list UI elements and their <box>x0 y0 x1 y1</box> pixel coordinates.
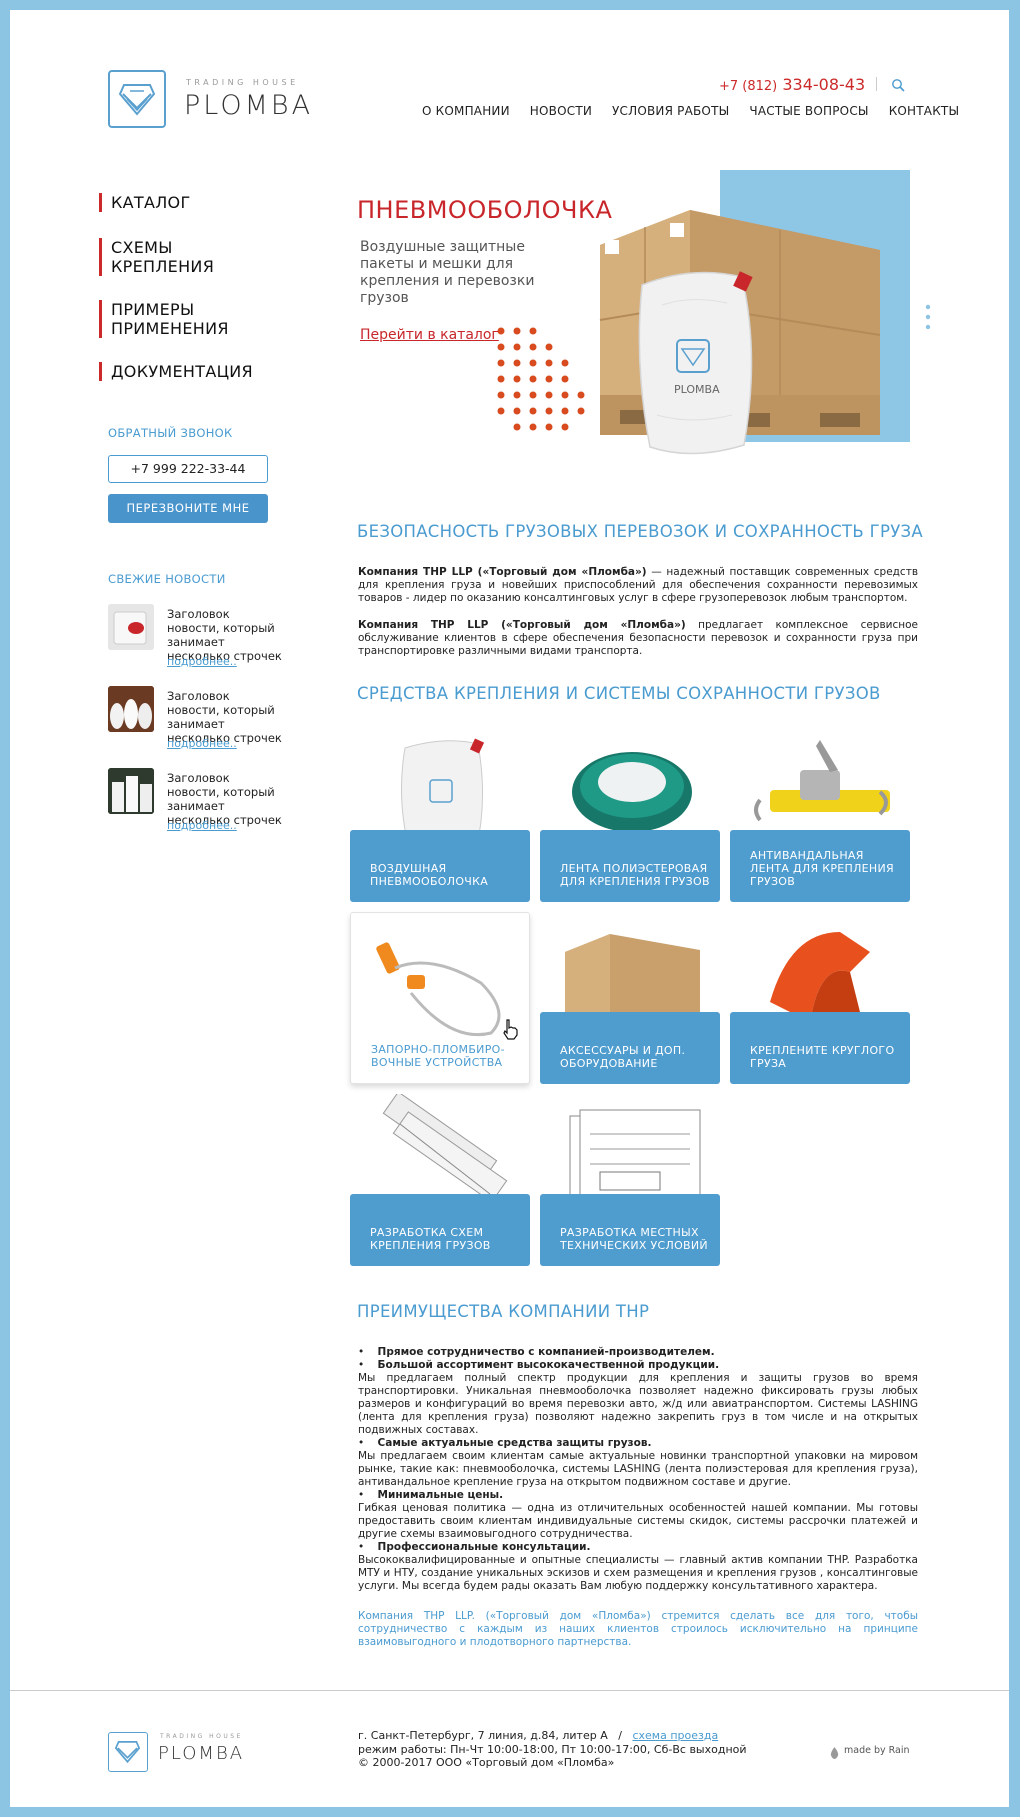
hero-bag-brand: PLOMBA <box>674 383 720 396</box>
advantage-bullet: • Профессиональные консультации. <box>358 1541 591 1553</box>
footer-map-link[interactable]: схема проезда <box>632 1729 718 1742</box>
product-card-technical-conditions[interactable]: РАЗРАБОТКА МЕСТНЫХ ТЕХНИЧЕСКИХ УСЛОВИЙ <box>540 1094 720 1266</box>
logo-icon[interactable] <box>108 70 166 128</box>
nav-faq[interactable]: ЧАСТЫЕ ВОПРОСЫ <box>749 104 868 118</box>
product-card-label: АКСЕССУАРЫ И ДОП. ОБОРУДОВАНИЕ <box>560 1044 686 1070</box>
product-card-round-cargo[interactable]: КРЕПЛЕНИТЕ КРУГЛОГО ГРУЗА <box>730 912 910 1084</box>
product-card-label: РАЗРАБОТКА МЕСТНЫХ ТЕХНИЧЕСКИХ УСЛОВИЙ <box>560 1226 708 1252</box>
nav-terms[interactable]: УСЛОВИЯ РАБОТЫ <box>612 104 729 118</box>
news-thumbnail[interactable] <box>108 604 154 650</box>
safety-p1-company: Компания THP LLP («Торговый дом «Пломба»… <box>358 566 647 578</box>
logo-wordmark[interactable]: PLOMBA <box>184 90 313 121</box>
footer-separator: / <box>618 1729 622 1742</box>
hand-cursor-icon <box>502 1018 520 1044</box>
footer-logo-wordmark[interactable]: PLOMBA <box>158 1743 244 1764</box>
product-card-label: ВОЗДУШНАЯ ПНЕВМООБОЛОЧКА <box>370 862 489 888</box>
safety-title: БЕЗОПАСНОСТЬ ГРУЗОВЫХ ПЕРЕВОЗОК И СОХРАН… <box>357 522 924 541</box>
news-more-link[interactable]: подробнее.. <box>167 655 237 668</box>
footer-address: г. Санкт-Петербург, 7 линия, д.84, литер… <box>358 1729 608 1742</box>
logo-tagline: TRADING HOUSE <box>186 78 299 87</box>
nav-news[interactable]: НОВОСТИ <box>530 104 592 118</box>
product-card-schemes[interactable]: РАЗРАБОТКА СХЕМ КРЕПЛЕНИЯ ГРУЗОВ <box>350 1094 530 1266</box>
news-thumbnail[interactable] <box>108 768 154 814</box>
advantages-title: ПРЕИМУЩЕСТВА КОМПАНИИ THP <box>357 1302 650 1321</box>
made-by-credit[interactable]: made by Rain <box>844 1745 910 1756</box>
product-card-antivandal-strap[interactable]: АНТИВАНДАЛЬНАЯ ЛЕНТА ДЛЯ КРЕПЛЕНИЯ ГРУЗО… <box>730 730 910 902</box>
phone-number: 334-08-43 <box>782 75 866 94</box>
advantage-text: Гибкая ценовая политика — одна из отличи… <box>358 1502 918 1540</box>
advantage-bullet: • Минимальные цены. <box>358 1489 504 1501</box>
footer-info: г. Санкт-Петербург, 7 линия, д.84, литер… <box>358 1729 747 1770</box>
advantage-bullet: • Прямое сотрудничество с компанией-прои… <box>358 1346 715 1358</box>
safety-paragraph-1: Компания THP LLP («Торговый дом «Пломба»… <box>358 566 918 605</box>
sidebar-item-examples[interactable]: ПРИМЕРЫ ПРИМЕНЕНИЯ <box>99 300 241 338</box>
phone-prefix: +7 (812) <box>719 79 778 94</box>
sidebar-item-catalog[interactable]: КАТАЛОГ <box>99 193 191 212</box>
product-card-accessories[interactable]: АКСЕССУАРЫ И ДОП. ОБОРУДОВАНИЕ <box>540 912 720 1084</box>
top-navigation: О КОМПАНИИ НОВОСТИ УСЛОВИЯ РАБОТЫ ЧАСТЫЕ… <box>422 104 959 118</box>
footer-logo-icon[interactable] <box>108 1732 148 1772</box>
product-card-label: ЗАПОРНО-ПЛОМБИРО-ВОЧНЫЕ УСТРОЙСТВА <box>371 1043 505 1069</box>
header-phone[interactable]: +7 (812) 334-08-43 <box>719 75 865 94</box>
product-card-label: АНТИВАНДАЛЬНАЯ ЛЕНТА ДЛЯ КРЕПЛЕНИЯ ГРУЗО… <box>750 849 894 888</box>
product-card-airbag[interactable]: ВОЗДУШНАЯ ПНЕВМООБОЛОЧКА <box>350 730 530 902</box>
advantage-text: Высококвалифицированные и опытные специа… <box>358 1554 918 1592</box>
sidebar-item-schemes[interactable]: СХЕМЫ КРЕПЛЕНИЯ <box>99 238 221 276</box>
slider-pagination[interactable] <box>925 304 931 336</box>
hero-subtitle: Воздушные защитные пакеты и мешки для кр… <box>360 239 535 306</box>
product-card-label: КРЕПЛЕНИТЕ КРУГЛОГО ГРУЗА <box>750 1044 895 1070</box>
advantages-list: • Прямое сотрудничество с компанией-прои… <box>358 1346 918 1593</box>
nav-about[interactable]: О КОМПАНИИ <box>422 104 510 118</box>
page: TRADING HOUSE PLOMBA +7 (812) 334-08-43 … <box>10 10 1009 1807</box>
advantage-text: Мы предлагаем своим клиентам самые актуа… <box>358 1450 918 1488</box>
news-more-link[interactable]: подробнее.. <box>167 737 237 750</box>
footer-copyright: © 2000-2017 ООО «Торговый дом «Пломба» <box>358 1756 615 1769</box>
safety-p2-company: Компания THP LLP («Торговый дом «Пломба»… <box>358 619 686 631</box>
hero-title: ПНЕВМООБОЛОЧКА <box>357 196 613 224</box>
product-card-label: ЛЕНТА ПОЛИЭСТЕРОВАЯ ДЛЯ КРЕПЛЕНИЯ ГРУЗОВ <box>560 862 710 888</box>
callback-phone-input[interactable]: +7 999 222-33-44 <box>108 455 268 483</box>
footer-divider <box>10 1690 1009 1691</box>
nav-contacts[interactable]: КОНТАКТЫ <box>889 104 960 118</box>
hero-airbag-image: PLOMBA <box>632 265 762 469</box>
news-title: СВЕЖИЕ НОВОСТИ <box>108 572 226 586</box>
advantage-bullet: • Самые актуальные средства защиты грузо… <box>358 1437 652 1449</box>
sidebar-item-docs[interactable]: ДОКУМЕНТАЦИЯ <box>99 362 253 381</box>
footer-hours: режим работы: Пн-Чт 10:00-18:00, Пт 10:0… <box>358 1742 747 1756</box>
callback-button[interactable]: ПЕРЕЗВОНИТЕ МНЕ <box>108 494 268 523</box>
product-card-polyester-strap[interactable]: ЛЕНТА ПОЛИЭСТЕРОВАЯ ДЛЯ КРЕПЛЕНИЯ ГРУЗОВ <box>540 730 720 902</box>
products-title: СРЕДСТВА КРЕПЛЕНИЯ И СИСТЕМЫ СОХРАННОСТИ… <box>357 684 881 703</box>
header-divider <box>876 77 877 91</box>
droplet-icon <box>830 1744 839 1763</box>
advantages-outro: Компания THP LLP. («Торговый дом «Пломба… <box>358 1610 918 1648</box>
news-more-link[interactable]: подробнее.. <box>167 819 237 832</box>
product-card-label: РАЗРАБОТКА СХЕМ КРЕПЛЕНИЯ ГРУЗОВ <box>370 1226 491 1252</box>
product-card-seals[interactable]: ЗАПОРНО-ПЛОМБИРО-ВОЧНЫЕ УСТРОЙСТВА <box>350 912 530 1084</box>
hero-catalog-link[interactable]: Перейти в каталог <box>360 327 499 343</box>
search-icon[interactable] <box>891 77 905 96</box>
advantage-bullet: • Большой ассортимент высококачественной… <box>358 1359 720 1371</box>
advantage-text: Мы предлагаем полный спектр продукции дл… <box>358 1372 918 1436</box>
footer-address-line: г. Санкт-Петербург, 7 линия, д.84, литер… <box>358 1729 747 1743</box>
safety-paragraph-2: Компания THP LLP («Торговый дом «Пломба»… <box>358 619 918 658</box>
news-thumbnail[interactable] <box>108 686 154 732</box>
callback-title: ОБРАТНЫЙ ЗВОНОК <box>108 426 233 440</box>
footer-logo-tagline: TRADING HOUSE <box>160 1733 243 1740</box>
